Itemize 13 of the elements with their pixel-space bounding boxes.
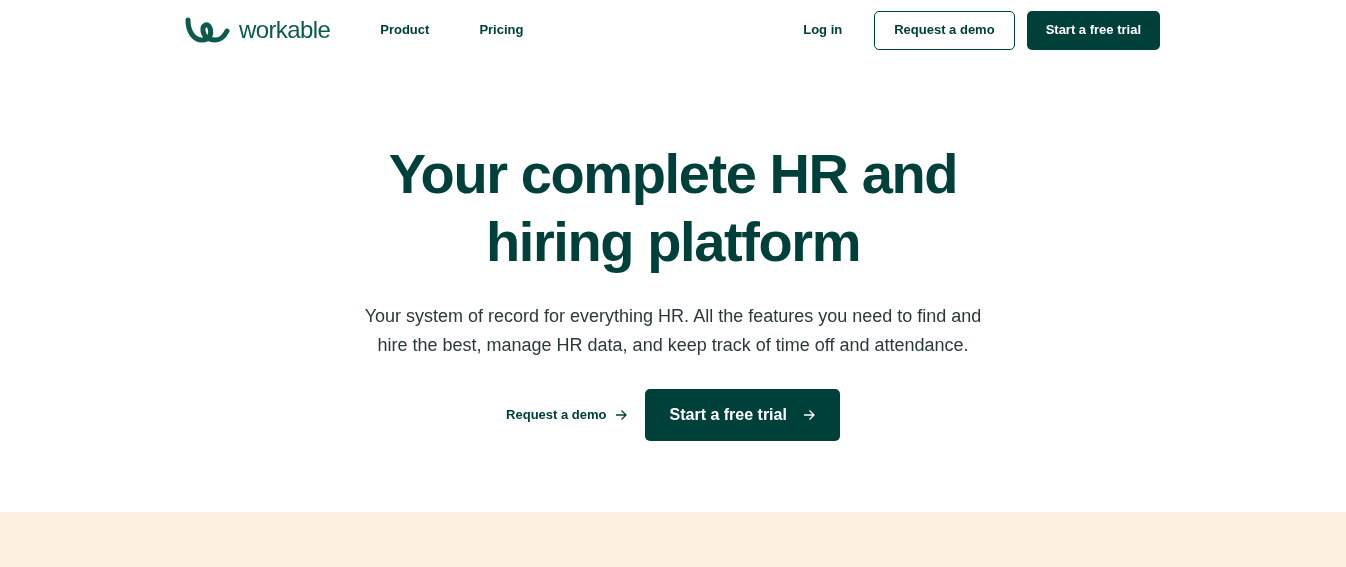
- arrow-right-icon: [802, 409, 815, 421]
- request-demo-link[interactable]: Request a demo: [506, 405, 627, 425]
- free-trial-button[interactable]: Start a free trial: [1026, 10, 1160, 50]
- nav-link[interactable]: Pricing: [479, 20, 524, 40]
- hero-title: Your complete HR and hiring platform: [387, 141, 959, 275]
- hero-subtitle: Your system of record for everything HR. All the features you need to find and hire the best, manage HR data, and keep track of time off and attendance.: [363, 305, 983, 357]
- login-link[interactable]: Log in: [803, 20, 843, 40]
- request-demo-button[interactable]: Request a demo: [874, 10, 1015, 50]
- arrow-right-icon: [614, 409, 627, 421]
- nav-link[interactable]: Product: [380, 20, 430, 40]
- logo-text[interactable]: workable: [239, 18, 331, 42]
- logo-icon: [185, 16, 233, 44]
- free-trial-button[interactable]: Start a free trial: [644, 389, 840, 441]
